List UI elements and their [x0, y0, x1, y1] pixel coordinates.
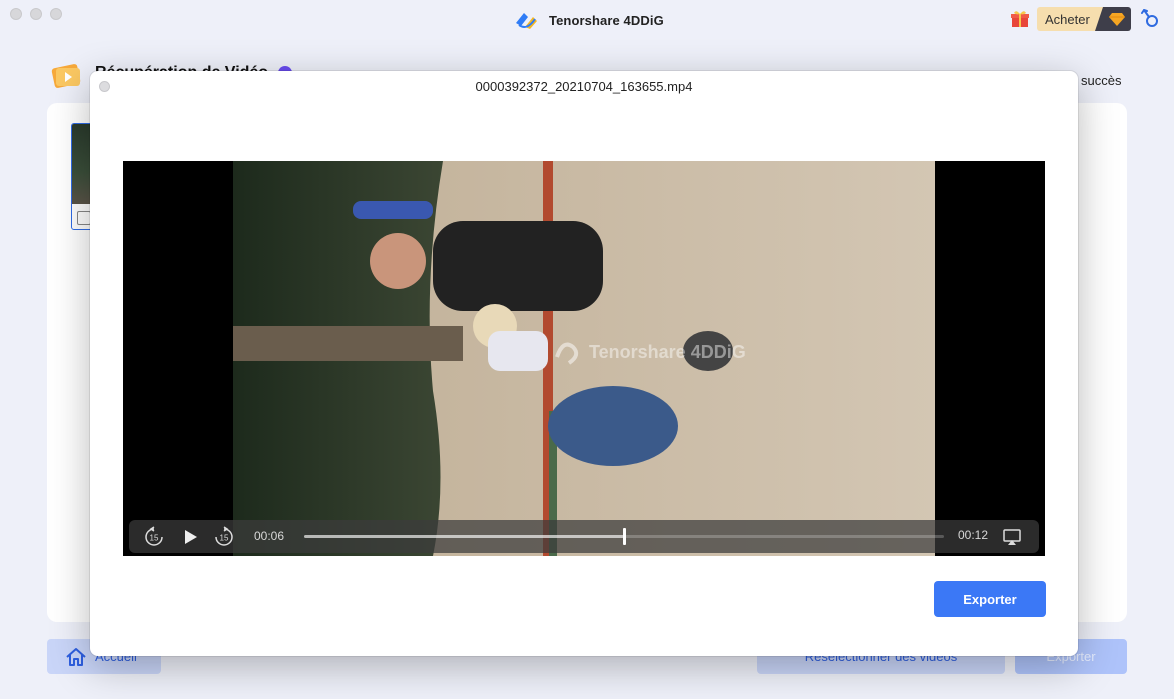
progress-fill [304, 535, 624, 538]
success-text: succès [1081, 73, 1122, 88]
video-select-checkbox[interactable] [77, 211, 91, 225]
video-recovery-icon [51, 64, 81, 88]
gem-icon [1095, 7, 1131, 31]
video-preview-dialog: 0000392372_20210704_163655.mp4 Tenorshar… [90, 71, 1078, 656]
buy-label: Acheter [1037, 7, 1103, 31]
total-time: 00:12 [958, 528, 989, 542]
watermark: Tenorshare 4DDiG [553, 337, 746, 367]
buy-button[interactable]: Acheter [1037, 7, 1131, 31]
rewind-15-icon[interactable]: 15 [143, 526, 165, 548]
watermark-logo-icon [555, 342, 579, 365]
play-icon[interactable] [179, 526, 201, 548]
close-window-button[interactable] [10, 8, 22, 20]
app-title: Tenorshare 4DDiG [513, 9, 664, 31]
export-button[interactable]: Exporter [934, 581, 1046, 617]
home-icon [66, 647, 86, 666]
video-player[interactable]: Tenorshare 4DDiG 15 15 00:06 00:12 [123, 161, 1045, 556]
forward-15-icon[interactable]: 15 [213, 526, 235, 548]
airplay-icon[interactable] [1001, 526, 1023, 548]
app-name: Tenorshare 4DDiG [549, 12, 664, 28]
player-controls: 15 15 00:06 00:12 [129, 520, 1039, 553]
progress-bar[interactable] [304, 528, 944, 545]
gift-icon[interactable] [1010, 9, 1030, 29]
app-logo-icon [516, 13, 537, 29]
progress-knob[interactable] [623, 528, 626, 545]
zoom-window-button[interactable] [50, 8, 62, 20]
video-frame: Tenorshare 4DDiG [233, 161, 935, 556]
watermark-text: Tenorshare 4DDiG [589, 341, 746, 362]
rewind-seconds: 15 [150, 534, 159, 543]
forward-seconds: 15 [220, 534, 229, 543]
window-controls [10, 8, 62, 20]
video-filename: 0000392372_20210704_163655.mp4 [475, 79, 693, 94]
user-key-icon[interactable] [1140, 8, 1160, 30]
minimize-window-button[interactable] [30, 8, 42, 20]
current-time: 00:06 [254, 529, 285, 543]
titlebar: Tenorshare 4DDiG Acheter [0, 0, 1174, 38]
